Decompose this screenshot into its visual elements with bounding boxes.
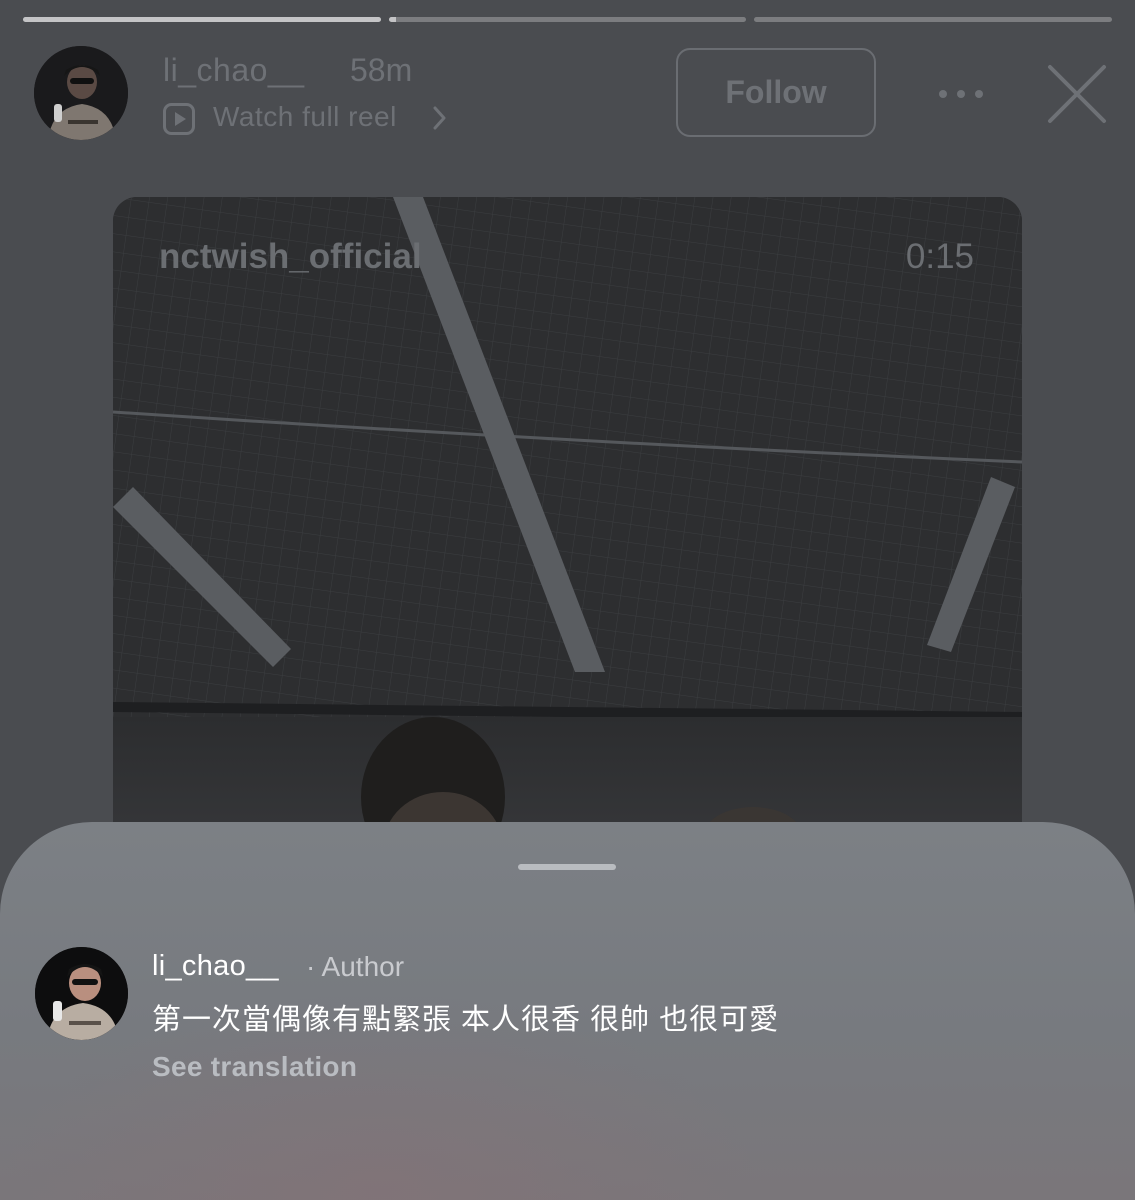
more-icon[interactable] [936, 84, 986, 104]
progress-segment [754, 17, 1113, 22]
reel-duration: 0:15 [905, 237, 974, 276]
username[interactable]: li_chao__ [163, 52, 305, 89]
chevron-right-icon [433, 106, 446, 130]
comment-username[interactable]: li_chao__ [152, 950, 279, 983]
progress-segment [23, 17, 381, 22]
follow-button[interactable]: Follow [676, 48, 876, 137]
avatar[interactable] [34, 46, 128, 140]
timestamp: 58m [350, 52, 413, 88]
comment-text: 第一次當偶像有點緊張 本人很香 很帥 也很可愛 [152, 1004, 780, 1036]
close-icon[interactable] [1046, 63, 1108, 125]
reel-thumbnail-image [113, 197, 1022, 897]
progress-segment [388, 17, 747, 22]
reel-preview[interactable]: nctwish_official 0:15 [113, 197, 1022, 897]
sheet-drag-handle[interactable] [518, 864, 616, 870]
author-badge: · Author [306, 951, 405, 982]
see-translation-link[interactable]: See translation [152, 1051, 357, 1083]
story-progress [23, 17, 1113, 22]
reel-username: nctwish_official [159, 237, 422, 276]
comment-avatar[interactable] [35, 947, 128, 1040]
reel-icon[interactable] [163, 103, 195, 135]
watch-full-reel-link[interactable]: Watch full reel [213, 101, 397, 133]
